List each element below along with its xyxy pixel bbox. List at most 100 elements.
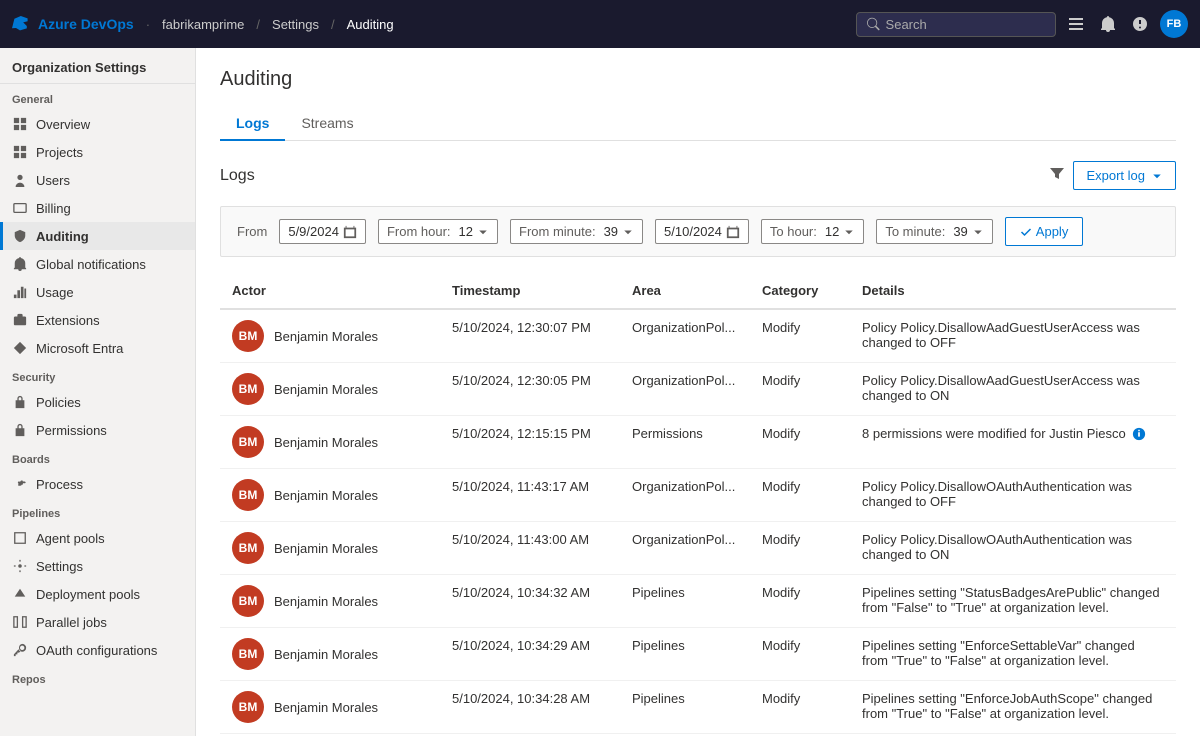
sidebar: Organization Settings General Overview P… <box>0 48 196 736</box>
area-cell: OrganizationPol... <box>620 309 750 363</box>
breadcrumb-sep3: / <box>331 17 335 32</box>
list-icon-btn[interactable] <box>1064 12 1088 36</box>
category-cell: Modify <box>750 681 850 734</box>
sidebar-item-auditing[interactable]: Auditing <box>0 222 195 250</box>
category-cell: Modify <box>750 522 850 575</box>
area-cell: Pipelines <box>620 628 750 681</box>
bell-icon <box>12 256 28 272</box>
category-cell: Modify <box>750 575 850 628</box>
chevron-down-icon <box>972 226 984 238</box>
col-timestamp: Timestamp <box>440 273 620 309</box>
sidebar-item-oauth-configs[interactable]: OAuth configurations <box>0 636 195 664</box>
col-area: Area <box>620 273 750 309</box>
detail-text: Policy Policy.DisallowOAuthAuthenticatio… <box>862 532 1164 562</box>
sidebar-section-general: General <box>0 84 195 110</box>
to-hour-value: 12 <box>825 224 839 239</box>
to-date-input[interactable]: 5/10/2024 <box>655 219 749 244</box>
settings-icon <box>12 558 28 574</box>
sidebar-item-label: OAuth configurations <box>36 643 157 658</box>
actor-name: Benjamin Morales <box>274 700 378 715</box>
sidebar-item-entra[interactable]: Microsoft Entra <box>0 334 195 362</box>
category-cell: Modify <box>750 363 850 416</box>
timestamp-cell: 5/10/2024, 11:43:00 AM <box>440 522 620 575</box>
tab-streams[interactable]: Streams <box>285 107 369 141</box>
sidebar-section-boards: Boards <box>0 444 195 470</box>
to-minute-dropdown[interactable]: To minute: 39 <box>876 219 992 244</box>
to-hour-dropdown[interactable]: To hour: 12 <box>761 219 864 244</box>
audit-table: Actor Timestamp Area Category Details BM… <box>220 273 1176 734</box>
export-log-label: Export log <box>1086 168 1145 183</box>
filter-icon[interactable] <box>1049 166 1065 185</box>
sidebar-item-parallel-jobs[interactable]: Parallel jobs <box>0 608 195 636</box>
avatar: BM <box>232 532 264 564</box>
detail-text: Pipelines setting "StatusBadgesArePublic… <box>862 585 1164 615</box>
detail-text: Pipelines setting "EnforceSettableVar" c… <box>862 638 1164 668</box>
sidebar-item-permissions[interactable]: Permissions <box>0 416 195 444</box>
actor-name: Benjamin Morales <box>274 541 378 556</box>
sidebar-item-agent-pools[interactable]: Agent pools <box>0 524 195 552</box>
sidebar-item-usage[interactable]: Usage <box>0 278 195 306</box>
notifications-icon-btn[interactable] <box>1096 12 1120 36</box>
sidebar-item-deployment-pools[interactable]: Deployment pools <box>0 580 195 608</box>
sidebar-item-label: Global notifications <box>36 257 146 272</box>
help-icon-btn[interactable] <box>1128 12 1152 36</box>
sidebar-item-label: Projects <box>36 145 83 160</box>
table-row: BM Benjamin Morales 5/10/2024, 11:43:00 … <box>220 522 1176 575</box>
azure-devops-logo[interactable]: Azure DevOps <box>12 14 134 34</box>
from-date-value: 5/9/2024 <box>288 224 339 239</box>
sidebar-item-projects[interactable]: Projects <box>0 138 195 166</box>
from-hour-dropdown[interactable]: From hour: 12 <box>378 219 498 244</box>
category-cell: Modify <box>750 628 850 681</box>
sidebar-item-policies[interactable]: Policies <box>0 388 195 416</box>
actor-cell: BM Benjamin Morales <box>220 416 440 469</box>
grid-icon <box>12 144 28 160</box>
sidebar-item-pipeline-settings[interactable]: Settings <box>0 552 195 580</box>
info-icon[interactable] <box>1132 427 1146 444</box>
timestamp-cell: 5/10/2024, 10:34:28 AM <box>440 681 620 734</box>
sidebar-item-label: Parallel jobs <box>36 615 107 630</box>
search-input[interactable] <box>886 17 1045 32</box>
avatar: BM <box>232 426 264 458</box>
avatar: BM <box>232 691 264 723</box>
breadcrumb-settings[interactable]: Settings <box>272 17 319 32</box>
sidebar-title: Organization Settings <box>0 48 195 84</box>
calendar-icon <box>726 225 740 239</box>
sidebar-item-billing[interactable]: Billing <box>0 194 195 222</box>
apply-button[interactable]: Apply <box>1005 217 1084 246</box>
sidebar-section-repos: Repos <box>0 664 195 690</box>
user-avatar-btn[interactable]: FB <box>1160 10 1188 38</box>
sidebar-item-label: Microsoft Entra <box>36 341 123 356</box>
breadcrumb-sep2: / <box>256 17 260 32</box>
chevron-down-icon <box>622 226 634 238</box>
area-cell: Permissions <box>620 416 750 469</box>
timestamp-cell: 5/10/2024, 10:34:29 AM <box>440 628 620 681</box>
timestamp-cell: 5/10/2024, 12:30:07 PM <box>440 309 620 363</box>
actor-cell: BM Benjamin Morales <box>220 469 440 522</box>
lock-icon <box>12 394 28 410</box>
actor-cell: BM Benjamin Morales <box>220 575 440 628</box>
avatar: BM <box>232 479 264 511</box>
parallel-icon <box>12 614 28 630</box>
sidebar-item-overview[interactable]: Overview <box>0 110 195 138</box>
from-date-input[interactable]: 5/9/2024 <box>279 219 366 244</box>
export-log-button[interactable]: Export log <box>1073 161 1176 190</box>
table-row: BM Benjamin Morales 5/10/2024, 10:34:29 … <box>220 628 1176 681</box>
sidebar-item-users[interactable]: Users <box>0 166 195 194</box>
col-actor: Actor <box>220 273 440 309</box>
breadcrumb-org[interactable]: fabrikamprime <box>162 17 244 32</box>
sidebar-item-extensions[interactable]: Extensions <box>0 306 195 334</box>
from-minute-label: From minute: <box>519 224 596 239</box>
chevron-down-icon <box>477 226 489 238</box>
sidebar-item-process[interactable]: Process <box>0 470 195 498</box>
sidebar-item-label: Permissions <box>36 423 107 438</box>
actor-name: Benjamin Morales <box>274 435 378 450</box>
from-minute-dropdown[interactable]: From minute: 39 <box>510 219 643 244</box>
main-layout: Organization Settings General Overview P… <box>0 48 1200 736</box>
tab-logs[interactable]: Logs <box>220 107 285 141</box>
sidebar-item-global-notif[interactable]: Global notifications <box>0 250 195 278</box>
details-cell: Policy Policy.DisallowAadGuestUserAccess… <box>850 309 1176 363</box>
timestamp-cell: 5/10/2024, 11:43:17 AM <box>440 469 620 522</box>
actor-name: Benjamin Morales <box>274 382 378 397</box>
sidebar-item-label: Process <box>36 477 83 492</box>
search-box[interactable] <box>856 12 1056 37</box>
